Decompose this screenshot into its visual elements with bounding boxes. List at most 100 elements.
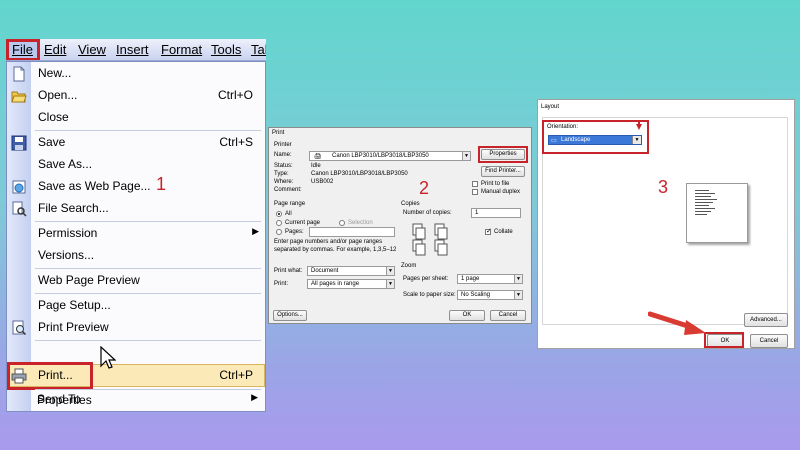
menu-item-save-as-web-page[interactable]: Save as Web Page... bbox=[7, 177, 265, 197]
menu-item-page-setup[interactable]: Page Setup... bbox=[7, 296, 265, 316]
menu-item-label: Save bbox=[38, 135, 66, 149]
properties-highlight-box bbox=[478, 146, 528, 163]
menu-insert[interactable]: Insert bbox=[116, 42, 149, 57]
number-of-copies-input[interactable]: 1 bbox=[471, 208, 521, 218]
print-select[interactable]: All pages in range ▼ bbox=[307, 279, 395, 289]
page-range-label: Page range bbox=[274, 201, 306, 207]
menu-item-label: Save as Web Page... bbox=[38, 179, 151, 193]
orientation-value: Landscape bbox=[561, 137, 591, 143]
menu-bar: File Edit View Insert Format Tools Tal bbox=[6, 39, 266, 61]
menu-item-label: Save As... bbox=[38, 157, 93, 171]
panel-title: Layout bbox=[541, 104, 560, 110]
menu-item-close[interactable]: Close bbox=[7, 108, 265, 128]
menu-item-label: Page Setup... bbox=[38, 298, 111, 312]
orientation-label: Orientation: bbox=[547, 124, 579, 130]
menu-item-shortcut: Ctrl+S bbox=[219, 135, 253, 149]
print-label: Print: bbox=[274, 281, 289, 287]
menu-item-save-as[interactable]: Save As... bbox=[7, 155, 265, 175]
orientation-select[interactable]: ▭ Landscape ▼ bbox=[548, 135, 642, 145]
copies-label: Copies bbox=[401, 201, 420, 207]
web-page-icon bbox=[11, 179, 27, 195]
dropdown-arrow-icon: ▼ bbox=[632, 136, 641, 144]
help-text-line-1: Enter page numbers and/or page ranges bbox=[274, 239, 383, 245]
mouse-cursor-icon bbox=[100, 345, 117, 375]
menu-item-shortcut: Ctrl+O bbox=[217, 88, 253, 102]
printer-name-value: Canon LBP3010/LBP3018/LBP3050 bbox=[332, 153, 429, 159]
ok-button[interactable]: OK bbox=[449, 310, 485, 321]
collate-checkbox[interactable]: ✓ bbox=[485, 228, 492, 235]
name-label: Name: bbox=[274, 152, 292, 158]
menu-item-label: Web Page Preview bbox=[38, 273, 140, 287]
menu-item-new[interactable]: New... bbox=[7, 64, 265, 84]
dialog-title: Print bbox=[272, 130, 285, 136]
menu-item-label: Permission bbox=[38, 226, 98, 240]
menu-item-properties[interactable]: Properties bbox=[6, 391, 264, 411]
menu-tools[interactable]: Tools bbox=[211, 42, 241, 57]
dropdown-arrow-icon: ▼ bbox=[386, 267, 394, 275]
cancel-button[interactable]: Cancel bbox=[490, 310, 526, 321]
preview-line bbox=[695, 190, 709, 191]
menu-separator bbox=[35, 130, 261, 131]
ok-highlight-box bbox=[704, 332, 744, 348]
pages-per-sheet-value: 1 page bbox=[461, 276, 480, 282]
all-label: All bbox=[285, 211, 292, 217]
pages-per-sheet-label: Pages per sheet: bbox=[403, 276, 449, 282]
help-text-line-2: separated by commas. For example, 1,3,5–… bbox=[274, 247, 397, 253]
menu-item-open[interactable]: Open... Ctrl+O bbox=[7, 86, 265, 106]
dropdown-arrow-icon: ▼ bbox=[386, 280, 394, 288]
menu-item-label: Close bbox=[38, 110, 69, 124]
menu-format[interactable]: Format bbox=[161, 42, 202, 57]
zoom-label: Zoom bbox=[401, 263, 417, 269]
pages-radio[interactable] bbox=[276, 229, 282, 235]
menu-item-versions[interactable]: Versions... bbox=[7, 246, 265, 266]
orientation-highlight-box: Orientation: ▭ Landscape ▼ bbox=[542, 120, 649, 154]
pages-per-sheet-select[interactable]: 1 page ▼ bbox=[457, 274, 523, 284]
collate-pages-icon bbox=[411, 222, 451, 258]
red-pointer-icon bbox=[635, 120, 643, 130]
menu-item-label: Open... bbox=[38, 88, 78, 102]
preview-line bbox=[695, 211, 711, 212]
menu-view[interactable]: View bbox=[78, 42, 106, 57]
preview-line bbox=[695, 193, 715, 194]
collate-label: Collate bbox=[494, 229, 513, 235]
scale-value: No Scaling bbox=[461, 292, 491, 298]
step-number-1: 1 bbox=[156, 174, 167, 194]
print-to-file-checkbox[interactable] bbox=[472, 181, 478, 187]
advanced-button[interactable]: Advanced... bbox=[744, 313, 788, 327]
current-page-radio[interactable] bbox=[276, 220, 282, 226]
printer-name-select[interactable]: 🖨 Canon LBP3010/LBP3018/LBP3050 ▼ bbox=[309, 151, 471, 161]
find-printer-button[interactable]: Find Printer... bbox=[481, 166, 525, 177]
where-label: Where: bbox=[274, 179, 294, 185]
menu-edit[interactable]: Edit bbox=[44, 42, 66, 57]
menu-item-print-preview[interactable]: Print Preview bbox=[7, 318, 265, 338]
pages-label: Pages: bbox=[285, 229, 304, 235]
print-what-select[interactable]: Document ▼ bbox=[307, 266, 395, 276]
options-button[interactable]: Options... bbox=[273, 310, 307, 321]
number-of-copies-value: 1 bbox=[475, 210, 479, 216]
selection-radio[interactable] bbox=[339, 220, 345, 226]
menu-item-file-search[interactable]: File Search... bbox=[7, 199, 265, 219]
menu-separator bbox=[35, 268, 261, 269]
open-folder-icon bbox=[11, 88, 27, 104]
menu-separator bbox=[35, 293, 261, 294]
cancel-button[interactable]: Cancel bbox=[750, 334, 788, 348]
where-value: USB002 bbox=[311, 179, 334, 185]
menu-item-label: Versions... bbox=[38, 248, 95, 262]
manual-duplex-checkbox[interactable] bbox=[472, 189, 478, 195]
print-value: All pages in range bbox=[311, 281, 360, 287]
status-value: Idle bbox=[311, 163, 321, 169]
scale-select[interactable]: No Scaling ▼ bbox=[457, 290, 523, 300]
pages-input[interactable] bbox=[309, 227, 395, 237]
menu-item-permission[interactable]: Permission ▶ bbox=[7, 224, 265, 244]
menu-file[interactable]: File bbox=[12, 42, 33, 57]
menu-table[interactable]: Tal bbox=[251, 42, 266, 57]
menu-item-label: File Search... bbox=[38, 201, 109, 215]
menu-item-label: Print Preview bbox=[38, 320, 109, 334]
current-page-label: Current page bbox=[285, 220, 321, 226]
dropdown-arrow-icon: ▼ bbox=[462, 152, 470, 160]
all-radio[interactable] bbox=[276, 211, 282, 217]
menu-item-save[interactable]: Save Ctrl+S bbox=[7, 133, 265, 153]
print-what-value: Document bbox=[311, 268, 339, 274]
menu-item-web-page-preview[interactable]: Web Page Preview bbox=[7, 271, 265, 291]
step-number-2: 2 bbox=[419, 178, 430, 198]
